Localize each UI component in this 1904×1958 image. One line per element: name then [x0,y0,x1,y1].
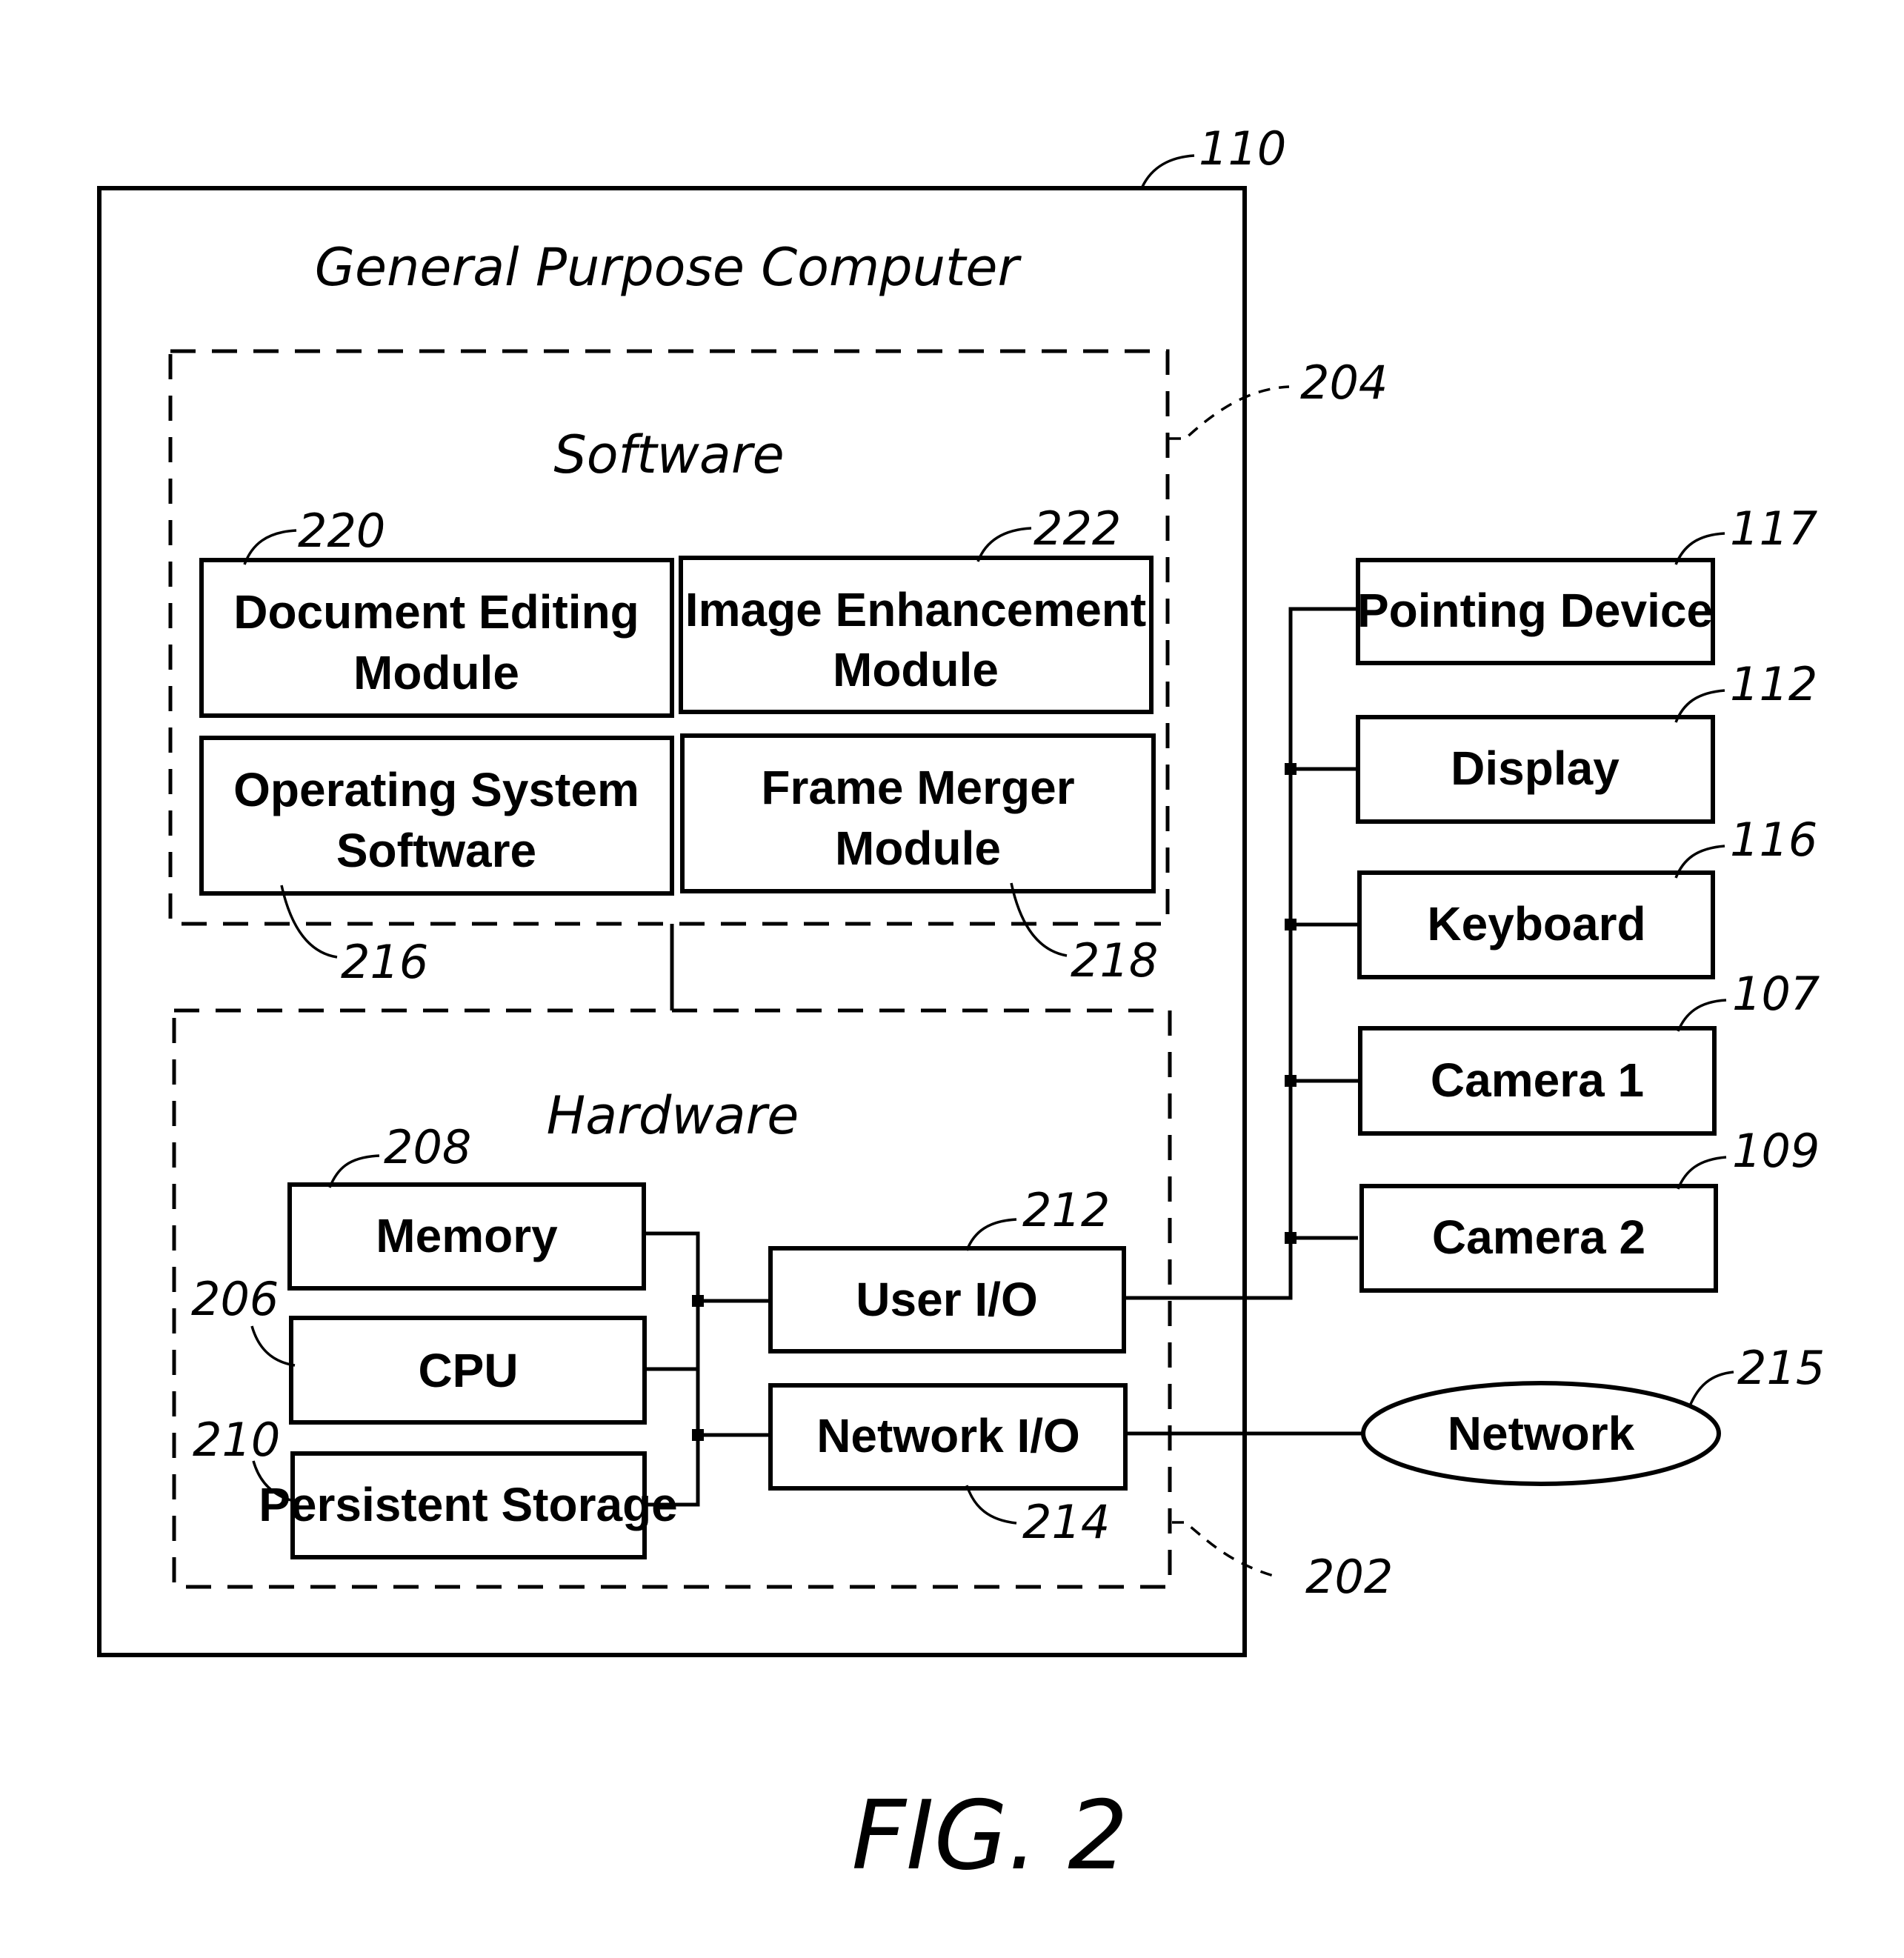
svg-text:Pointing Device: Pointing Device [1357,584,1713,637]
svg-text:User I/O: User I/O [856,1273,1037,1326]
svg-text:CPU: CPU [418,1344,518,1397]
software-title: Software [553,424,784,485]
peripheral-camera-2: Camera 2 [1359,1184,1718,1293]
svg-text:Memory: Memory [376,1209,558,1262]
svg-text:Keyboard: Keyboard [1427,897,1645,950]
component-memory: Memory [287,1182,646,1291]
module-image-enhancement: Image Enhancement Module [679,556,1154,714]
component-cpu: CPU [289,1316,647,1425]
ref-204: 204 [1300,356,1388,410]
svg-text:Camera 2: Camera 2 [1432,1211,1645,1264]
peripheral-keyboard: Keyboard [1357,870,1715,979]
ref-216: 216 [341,935,428,989]
ref-220: 220 [298,504,385,558]
svg-text:Network: Network [1448,1407,1635,1460]
svg-text:Operating System: Operating System [233,763,639,816]
ref-110: 110 [1199,121,1286,176]
module-document-editing: Document Editing Module [199,558,674,718]
svg-text:Software: Software [336,824,536,877]
module-operating-system: Operating System Software [199,736,674,896]
svg-text:Document Editing: Document Editing [233,585,639,639]
ref-116: 116 [1730,813,1817,867]
fig2-diagram: General Purpose Computer 110 Software 20… [97,121,1825,1891]
ref-206: 206 [191,1272,279,1326]
ref-107: 107 [1732,967,1820,1021]
ref-222: 222 [1033,502,1121,556]
svg-text:Module: Module [353,646,519,699]
peripheral-camera-1: Camera 1 [1358,1026,1717,1136]
ref-215: 215 [1737,1341,1825,1395]
bus-junction [1285,1232,1296,1244]
ref-218: 218 [1071,933,1158,988]
network-cloud: Network [1361,1381,1721,1486]
bus-junction [692,1429,704,1441]
hardware-title: Hardware [547,1085,799,1146]
bus-junction [1285,1075,1296,1087]
svg-text:Frame Merger: Frame Merger [761,761,1074,814]
ref-212: 212 [1022,1183,1110,1237]
peripheral-display: Display [1356,715,1715,824]
ref-208: 208 [384,1120,471,1174]
component-persistent-storage: Persistent Storage [259,1451,678,1559]
svg-text:Image Enhancement: Image Enhancement [685,583,1146,636]
ref-110-leader [1141,154,1195,187]
ref-112: 112 [1730,657,1817,711]
svg-text:Display: Display [1451,742,1620,795]
bus-junction [692,1295,704,1307]
bus-junction [1285,763,1296,775]
component-user-io: User I/O [768,1246,1126,1353]
ref-214: 214 [1022,1495,1110,1549]
ref-202: 202 [1305,1550,1393,1604]
ref-109: 109 [1732,1124,1820,1178]
ref-215-leader [1688,1371,1734,1408]
svg-text:Module: Module [833,643,999,696]
peripheral-pointing-device: Pointing Device [1356,558,1715,665]
bus-junction [1285,919,1296,930]
component-network-io: Network I/O [768,1383,1128,1491]
ref-210: 210 [193,1413,280,1467]
ref-117: 117 [1730,502,1817,556]
module-frame-merger: Frame Merger Module [680,733,1156,893]
svg-text:Network I/O: Network I/O [816,1409,1080,1462]
svg-text:Persistent Storage: Persistent Storage [259,1478,678,1531]
computer-title: General Purpose Computer [315,237,1022,298]
figure-caption: FIG. 2 [851,1781,1128,1891]
svg-text:Camera 1: Camera 1 [1431,1053,1644,1107]
svg-text:Module: Module [835,822,1001,875]
